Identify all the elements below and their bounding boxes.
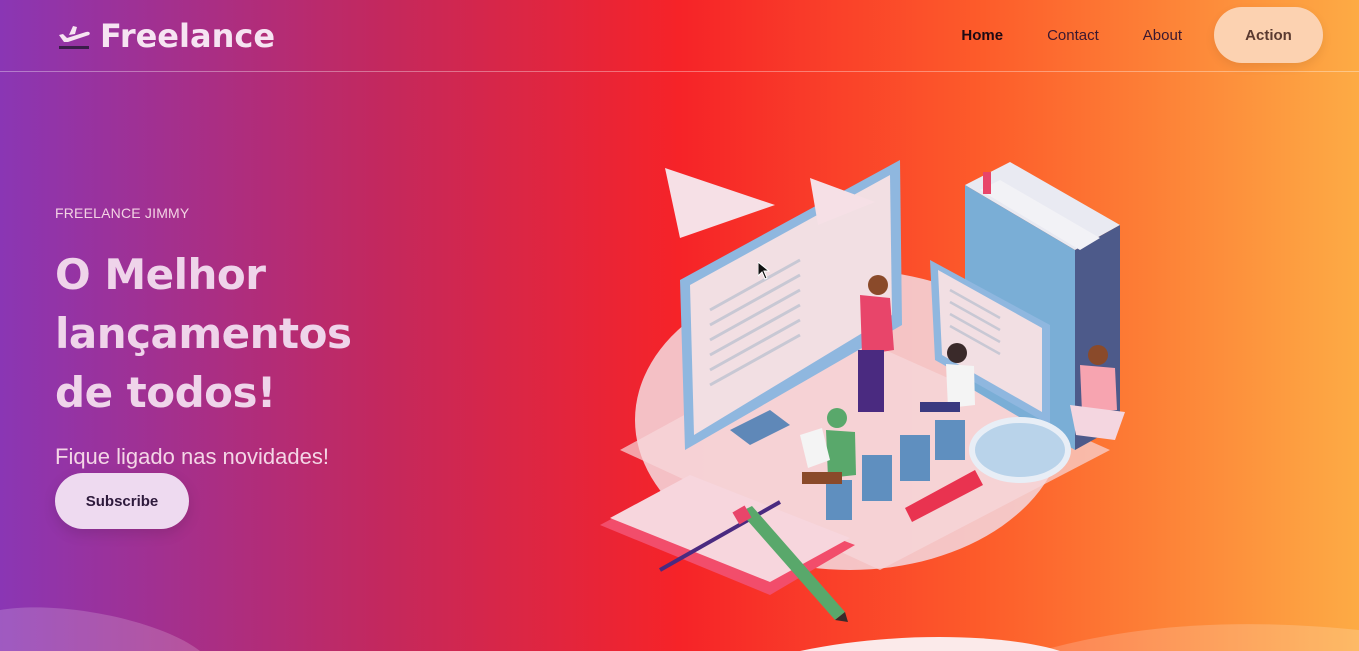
navbar: Freelance Home Contact About Action bbox=[0, 0, 1359, 72]
brand-logo[interactable]: Freelance bbox=[56, 14, 275, 58]
nav-about-link[interactable]: About bbox=[1143, 27, 1182, 44]
hero-headline-line1: O Melhor lançamentos bbox=[55, 250, 352, 358]
action-button[interactable]: Action bbox=[1214, 7, 1323, 63]
subscribe-button[interactable]: Subscribe bbox=[55, 473, 189, 529]
brand-name: Freelance bbox=[100, 17, 276, 55]
nav-menu: Home Contact About Action bbox=[917, 7, 1323, 63]
bottom-wave bbox=[0, 607, 1359, 651]
hero-headline: O Melhor lançamentos de todos! bbox=[55, 245, 575, 422]
hero-headline-line2: de todos! bbox=[55, 368, 276, 417]
mouse-cursor-icon bbox=[758, 262, 770, 280]
hero-illustration bbox=[600, 160, 1125, 622]
paper-plane-icon bbox=[665, 168, 775, 238]
hero-subtitle: Fique ligado nas novidades! bbox=[55, 444, 329, 469]
nav-home-link[interactable]: Home bbox=[961, 27, 1003, 44]
nav-contact-link[interactable]: Contact bbox=[1047, 27, 1099, 44]
plane-departure-icon bbox=[59, 26, 90, 49]
hero-section: FREELANCE JIMMY O Melhor lançamentos de … bbox=[55, 205, 575, 470]
hero-eyebrow: FREELANCE JIMMY bbox=[55, 205, 190, 221]
